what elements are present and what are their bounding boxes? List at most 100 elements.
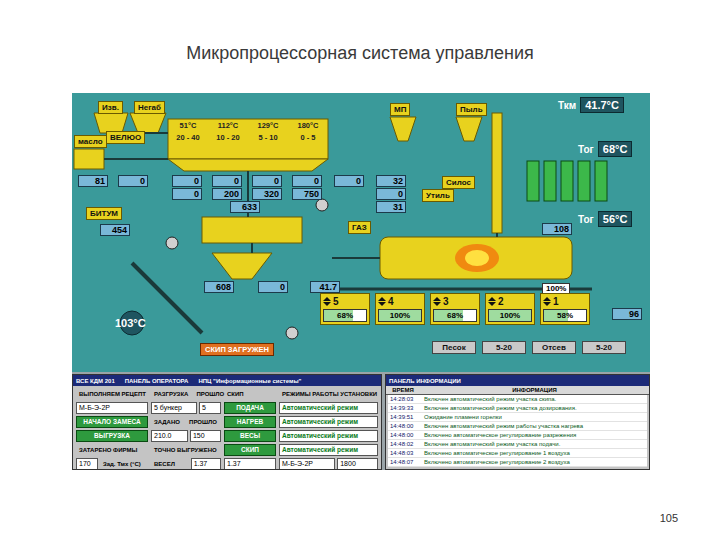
window-title: ПАНЕЛЬ ОПЕРАТОРА <box>125 378 189 384</box>
feeder-percent: 68% <box>324 310 366 321</box>
info-time: 14:48:00 <box>388 431 422 439</box>
panel-field[interactable]: М-Б-Э-2Р <box>279 458 335 470</box>
panel-field[interactable]: 5 <box>199 402 221 414</box>
operator-row: Автоматический режим <box>279 402 378 414</box>
arrow-icon <box>433 302 441 306</box>
feeder-number: 4 <box>388 296 394 307</box>
materials-row: Песок5-20Отсев5-20 <box>432 341 626 354</box>
operator-row: ЗАТАРЕНО ФИРМЫ <box>76 444 148 456</box>
operator-row: Автоматический режим <box>279 444 378 456</box>
operator-column: ВЫПОЛНЯЕМ РЕЦЕПТ М-Б-Э-2Р НАЧАЛО ЗАМЕСА ВЫГ… <box>76 388 148 470</box>
feeder-header: 3 <box>433 296 477 307</box>
material-label: Отсев <box>532 341 576 354</box>
operator-row: ПОДАЧА <box>224 402 276 414</box>
operator-row: Автоматический режим <box>279 416 378 428</box>
panel-button[interactable]: НАЧАЛО ЗАМЕСА <box>76 416 148 428</box>
arrow-icon <box>378 302 386 306</box>
operator-column: РАЗГРУЗКАПРОШЛО5 бункер5ЗАДАНОПРОШЛО210.… <box>151 388 221 470</box>
equipment-label: БИТУМ <box>86 207 122 220</box>
info-row: 14:48:03Включено автоматическое регулиро… <box>388 449 647 458</box>
operator-row: ВЫПОЛНЯЕМ РЕЦЕПТ <box>76 388 148 400</box>
slide-title: Микропроцессорная система управления <box>0 0 720 93</box>
panel-button[interactable]: ПОДАЧА <box>224 402 276 414</box>
panel-field[interactable]: 210.0 <box>151 430 188 442</box>
value-readout: 41.7 <box>310 281 340 293</box>
up-down-arrows-icon[interactable] <box>543 297 551 306</box>
panel-field[interactable]: 170 <box>76 458 98 470</box>
feeder: 2100% <box>485 293 535 325</box>
skip-status: СКИП ЗАГРУЖЕН <box>200 343 274 356</box>
feeder-level: 58% <box>543 309 587 322</box>
temperature-readout: Ткм41.7°C <box>558 97 624 113</box>
mimic-diagram: Изв.НегабмаслоВЕЛЮОБИТУММППыльСилосУтиль… <box>72 93 650 372</box>
operator-row: М-Б-Э-2Р <box>76 402 148 414</box>
hot-bin-text: 10 - 20 <box>216 133 239 142</box>
temperature-label: Тог <box>578 214 594 225</box>
arrow-icon <box>488 297 496 301</box>
equipment-label: ВЕЛЮО <box>106 131 145 144</box>
operator-row: РЕЖИМЫ РАБОТЫ УСТАНОВКИ <box>279 388 378 400</box>
arrow-icon <box>323 302 331 306</box>
value-readout: 608 <box>204 281 234 293</box>
panel-label: ЗАДАНО <box>151 416 184 428</box>
panel-label: ЗАТАРЕНО ФИРМЫ <box>76 444 148 456</box>
operator-row: РАЗГРУЗКАПРОШЛО <box>151 388 221 400</box>
panel-label: СКИП <box>224 388 276 400</box>
feeder: 568% <box>320 293 370 325</box>
value-readout: 633 <box>230 201 260 213</box>
operator-row: 170Зад. Тмх (°C) <box>76 458 148 470</box>
feeder-percent: 58% <box>544 310 586 321</box>
panel-field[interactable]: М-Б-Э-2Р <box>76 402 148 414</box>
up-down-arrows-icon[interactable] <box>433 297 441 306</box>
info-row: 14:39:51Ожидание пламени горелки <box>388 413 647 422</box>
info-message: Включен автоматический режим участка под… <box>422 440 647 448</box>
hot-bin-text: 5 - 10 <box>258 133 277 142</box>
slide-footer: 105 <box>0 470 720 524</box>
mode-indicator: Автоматический режим <box>279 430 378 442</box>
material-label: Песок <box>432 341 476 354</box>
panel-button[interactable]: ВЫГРУЗКА <box>76 430 148 442</box>
arrow-icon <box>323 297 331 301</box>
panel-field[interactable]: 1.37 <box>224 458 276 470</box>
info-list: 14:28:03Включен автоматический режим уча… <box>388 395 647 467</box>
arrow-icon <box>433 297 441 301</box>
panel-label: ПРОШЛО <box>193 388 227 400</box>
up-down-arrows-icon[interactable] <box>378 297 386 306</box>
arrow-icon <box>488 302 496 306</box>
panel-label: РАЗГРУЗКА <box>151 388 191 400</box>
value-readout: 0 <box>292 175 322 187</box>
hot-bin-text: 51°C <box>180 121 197 130</box>
info-row: 14:48:02Включен автоматический режим уча… <box>388 440 647 449</box>
panel-button[interactable]: НАГРЕВ <box>224 416 276 428</box>
up-down-arrows-icon[interactable] <box>323 297 331 306</box>
panel-field[interactable]: 150 <box>190 430 221 442</box>
panel-button[interactable]: ВЕСЫ <box>224 430 276 442</box>
operator-column: РЕЖИМЫ РАБОТЫ УСТАНОВКИ Автоматический ре… <box>279 388 378 470</box>
operator-row: 210.0150 <box>151 430 221 442</box>
equipment-label: Негаб <box>134 101 165 114</box>
temperature-label: Тог <box>578 144 594 155</box>
info-row: 14:48:07Включено автоматическое регулиро… <box>388 458 647 467</box>
info-message: Ожидание пламени горелки <box>422 413 647 421</box>
value-readout: 0 <box>212 175 242 187</box>
operator-row: М-Б-Э-2Р1800 <box>279 458 378 470</box>
panel-button[interactable]: СКИП <box>224 444 276 456</box>
operator-row: 5 бункер5 <box>151 402 221 414</box>
info-time: 14:48:02 <box>388 440 422 448</box>
temperature-value: 56°C <box>598 211 633 227</box>
panel-field[interactable]: 5 бункер <box>151 402 197 414</box>
temperature-readout: Тог68°C <box>578 141 632 157</box>
feeder-percent: 100% <box>379 310 421 321</box>
hot-bin-text: 0 - 5 <box>300 133 315 142</box>
info-time: 14:48:07 <box>388 458 422 466</box>
hot-bins-header: 51°C20 - 40112°C10 - 20129°C5 - 10180°C0… <box>168 121 328 142</box>
operator-row: НАЧАЛО ЗАМЕСА <box>76 416 148 428</box>
operator-row: Автоматический режим <box>279 430 378 442</box>
info-message: Включен автоматический режим работы учас… <box>422 422 647 430</box>
up-down-arrows-icon[interactable] <box>488 297 496 306</box>
panel-field[interactable]: 1800 <box>337 458 378 470</box>
hmi-screenshot: Изв.НегабмаслоВЕЛЮОБИТУММППыльСилосУтиль… <box>72 93 650 470</box>
feeder: 158% <box>540 293 590 325</box>
panel-field[interactable]: 1.37 <box>191 458 221 470</box>
info-row: 14:48:00Включен автоматический режим раб… <box>388 422 647 431</box>
